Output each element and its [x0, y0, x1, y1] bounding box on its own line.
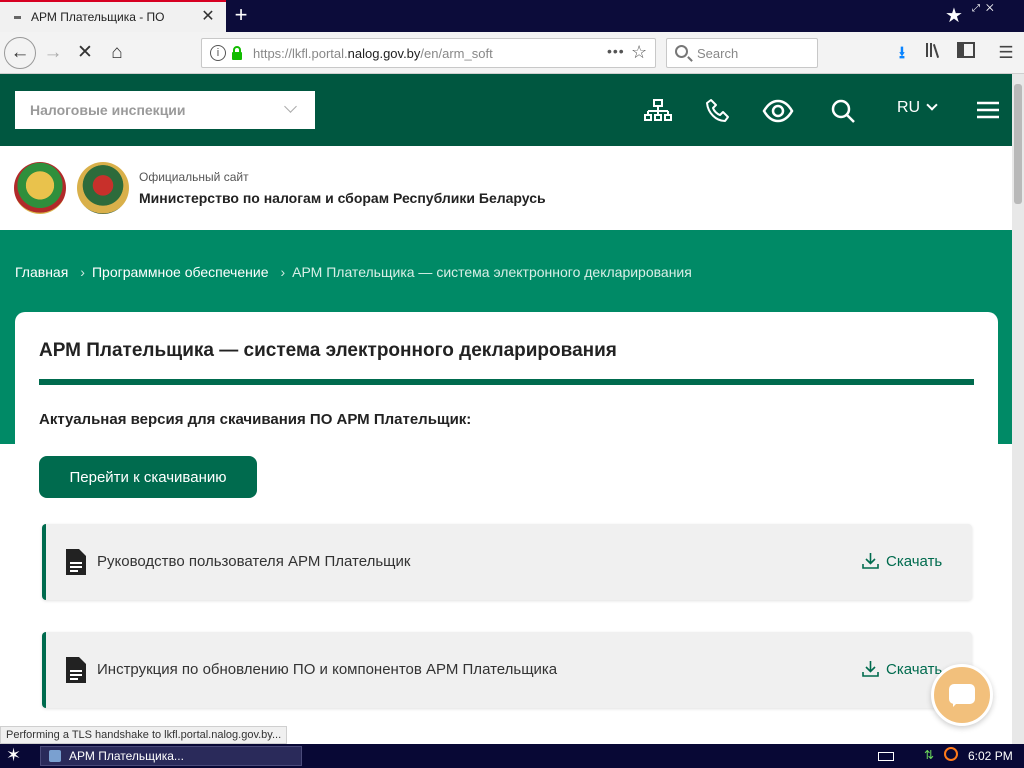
keyboard-tray-icon[interactable]: [878, 752, 894, 761]
current-version-label: Актуальная версия для скачивания ПО АРМ …: [39, 411, 472, 428]
library-icon[interactable]: [922, 41, 946, 65]
brand-title[interactable]: Министерство по налогам и сборам Республ…: [139, 190, 546, 206]
language-code: RU: [897, 99, 921, 116]
bookmark-star-icon[interactable]: ☆: [631, 42, 647, 63]
tax-inspections-select[interactable]: Налоговые инспекции: [15, 91, 315, 129]
browser-tab-strip: АРМ Плательщика - ПО ✕ + ★ ⤢✕: [0, 0, 1024, 32]
tab-close-icon[interactable]: ✕: [198, 6, 218, 28]
stop-loading-icon[interactable]: ✕: [69, 37, 101, 69]
tax-inspections-select-label: Налоговые инспекции: [30, 102, 186, 118]
taskbar-window-title: АРМ Плательщика...: [69, 749, 184, 763]
url-path: /en/arm_soft: [420, 46, 493, 61]
phone-icon[interactable]: [701, 94, 735, 128]
taskbar-clock[interactable]: 6:02 PM: [968, 749, 1013, 763]
sidebar-toggle-icon[interactable]: [954, 41, 978, 65]
page-viewport: Налоговые инспекции RU Официальный сайт …: [0, 74, 1012, 744]
site-brand-block: Официальный сайт Министерство по налогам…: [0, 146, 1012, 230]
hamburger-menu-icon[interactable]: [971, 94, 1005, 128]
download-icon: [862, 553, 879, 569]
content-card: АРМ Плательщика — система электронного д…: [15, 312, 998, 744]
document-row[interactable]: Руководство пользователя АРМ Плательщик …: [42, 524, 972, 600]
chevron-down-icon: [926, 99, 938, 111]
ministry-emblem-logo[interactable]: [77, 162, 129, 214]
language-switch[interactable]: RU: [897, 99, 938, 117]
magnifier-icon: [675, 45, 688, 58]
site-info-icon[interactable]: i: [210, 45, 226, 61]
brand-subtitle: Официальный сайт: [139, 170, 249, 184]
forward-arrow-icon[interactable]: →: [37, 37, 69, 69]
download-icon: [862, 661, 879, 677]
chevron-down-icon: [284, 100, 297, 113]
back-arrow-icon[interactable]: ←: [4, 37, 36, 69]
window-controls[interactable]: ⤢✕: [972, 3, 1022, 17]
page-title: АРМ Плательщика — система электронного д…: [39, 340, 617, 361]
download-link[interactable]: Скачать: [862, 660, 942, 678]
search-icon[interactable]: [826, 94, 860, 128]
eye-icon[interactable]: [761, 94, 795, 128]
url-text[interactable]: https://lkfl.portal.nalog.gov.by/en/arm_…: [253, 46, 493, 61]
tab-title: АРМ Плательщика - ПО: [31, 10, 165, 24]
search-tray-icon[interactable]: [944, 747, 958, 761]
star-icon: ★: [945, 5, 963, 27]
download-link[interactable]: Скачать: [862, 552, 942, 570]
scrollbar-thumb[interactable]: [1014, 84, 1022, 204]
document-title: Руководство пользователя АРМ Плательщик: [97, 553, 411, 570]
breadcrumb-home-link[interactable]: Главная: [15, 264, 68, 280]
home-icon[interactable]: ⌂: [101, 37, 133, 69]
breadcrumb-section-link[interactable]: Программное обеспечение: [92, 264, 269, 280]
document-icon: [66, 657, 86, 683]
browser-nav-bar: ← → ✕ ⌂ i https://lkfl.portal.nalog.gov.…: [0, 32, 1024, 74]
window-app-icon: [49, 750, 61, 762]
sitemap-icon[interactable]: [641, 94, 675, 128]
download-arrow-icon[interactable]: ⭳: [890, 41, 914, 65]
browser-search-input[interactable]: [697, 44, 812, 62]
document-row[interactable]: Инструкция по обновлению ПО и компоненто…: [42, 632, 972, 708]
download-link-label: Скачать: [886, 661, 943, 678]
go-to-download-button[interactable]: Перейти к скачиванию: [39, 456, 257, 498]
breadcrumb-chevron-icon: ›: [80, 264, 85, 280]
breadcrumb-current: АРМ Плательщика — система электронного д…: [292, 264, 692, 280]
document-icon: [66, 549, 86, 575]
document-title: Инструкция по обновлению ПО и компоненто…: [97, 661, 558, 678]
breadcrumb: Главная › Программное обеспечение › АРМ Плат…: [15, 264, 692, 280]
network-tray-icon[interactable]: ⇅: [924, 748, 938, 762]
page-actions-icon[interactable]: •••: [607, 43, 625, 59]
browser-search-bar[interactable]: [666, 38, 818, 68]
url-bar[interactable]: i https://lkfl.portal.nalog.gov.by/en/ar…: [201, 38, 656, 68]
tab-loading-icon: [14, 16, 21, 19]
download-link-label: Скачать: [886, 553, 943, 570]
url-prefix: https://lkfl.portal.: [253, 46, 348, 61]
breadcrumb-chevron-icon: ›: [280, 264, 286, 280]
new-tab-plus-icon[interactable]: +: [228, 3, 254, 29]
lock-icon[interactable]: [231, 45, 245, 61]
browser-tab[interactable]: АРМ Плательщика - ПО ✕: [0, 0, 226, 32]
url-domain: nalog.gov.by: [347, 46, 421, 61]
chat-button[interactable]: [931, 664, 993, 726]
os-taskbar: ✶ АРМ Плательщика... ⇅ 6:02 PM: [0, 744, 1024, 768]
chat-bubble-icon: [949, 684, 975, 707]
site-header: Налоговые инспекции RU: [0, 74, 1012, 146]
page-scrollbar[interactable]: [1012, 74, 1024, 744]
taskbar-window-button[interactable]: АРМ Плательщика...: [40, 746, 302, 766]
state-emblem-logo[interactable]: [14, 162, 66, 214]
browser-status-text: Performing a TLS handshake to lkfl.porta…: [0, 726, 288, 744]
start-menu-icon[interactable]: ✶: [6, 745, 21, 766]
title-divider: [39, 379, 974, 385]
browser-menu-icon[interactable]: ☰: [994, 41, 1018, 65]
